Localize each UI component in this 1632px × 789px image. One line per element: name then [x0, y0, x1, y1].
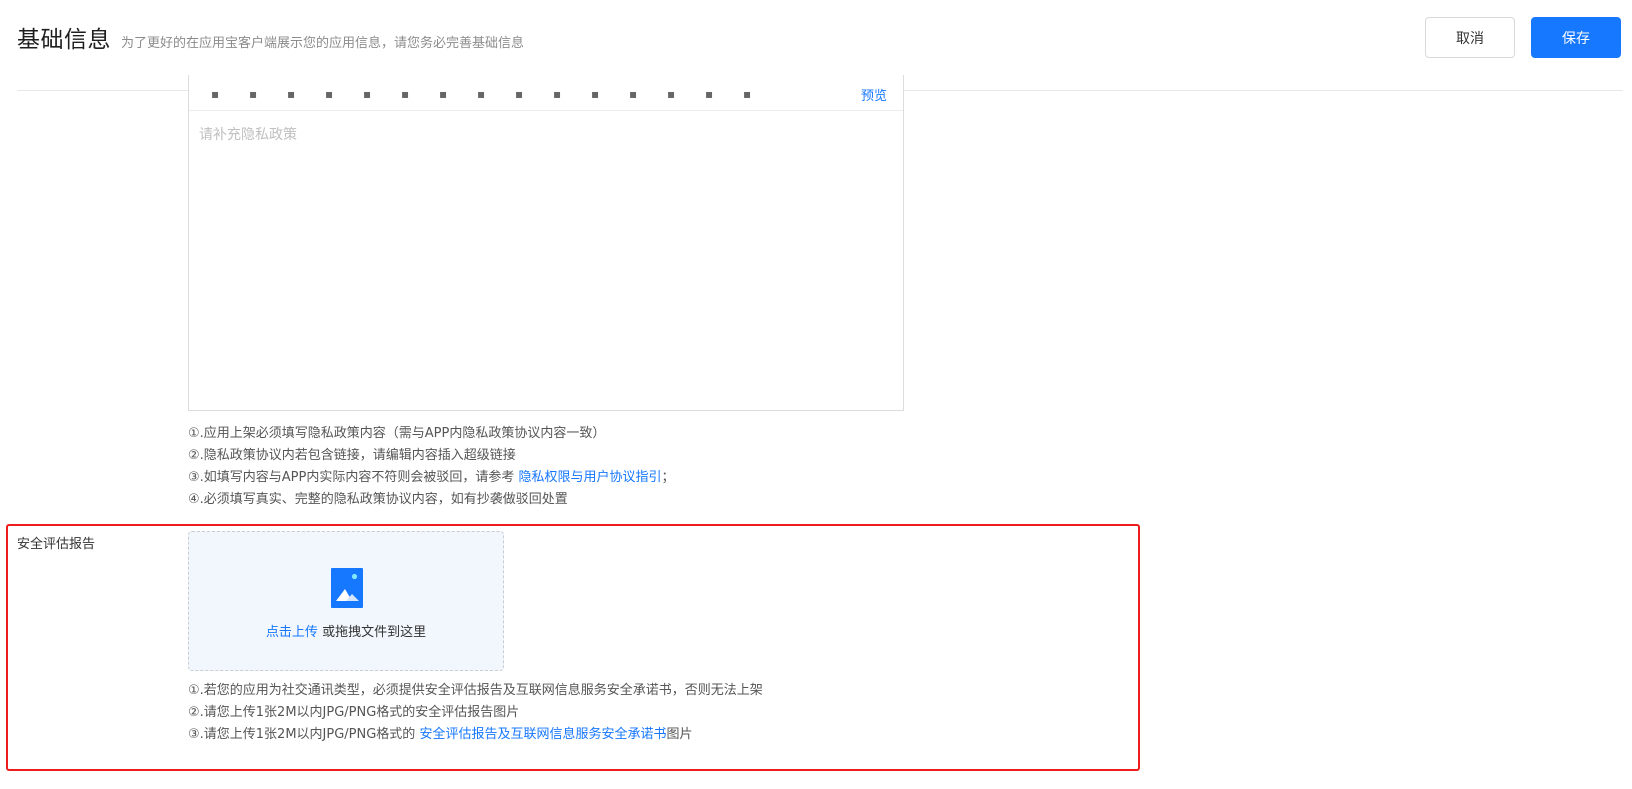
redo-icon[interactable]: ▪: [667, 87, 675, 101]
bold-icon[interactable]: ▪: [211, 87, 219, 101]
align-center-icon[interactable]: ▪: [439, 87, 447, 101]
security-report-label: 安全评估报告: [17, 537, 96, 552]
fullscreen-icon[interactable]: ▪: [743, 87, 751, 101]
editor-toolbar: ▪ ▪ ▪ ▪ ▪ ▪ ▪ ▪ ▪ ▪ ▪ ▪ ▪ ▪ ▪ 预览: [189, 75, 903, 111]
undo-icon[interactable]: ▪: [629, 87, 637, 101]
italic-icon[interactable]: ▪: [249, 87, 257, 101]
editor-placeholder: 请补充隐私政策: [199, 127, 297, 143]
strikethrough-icon[interactable]: ▪: [325, 87, 333, 101]
security-note-2: ②.请您上传1张2M以内JPG/PNG格式的安全评估报告图片: [188, 705, 520, 720]
privacy-note-2: ②.隐私政策协议内若包含链接，请编辑内容插入超级链接: [188, 448, 516, 463]
security-report-upload-dropzone[interactable]: 点击上传 或拖拽文件到这里: [188, 531, 504, 671]
table-icon[interactable]: ▪: [591, 87, 599, 101]
link-icon[interactable]: ▪: [363, 87, 371, 101]
image-upload-icon: [331, 568, 363, 608]
underline-icon[interactable]: ▪: [287, 87, 295, 101]
privacy-note-4: ④.必须填写真实、完整的隐私政策协议内容，如有抄袭做驳回处置: [188, 492, 568, 507]
privacy-note-3: ③.如填写内容与APP内实际内容不符则会被驳回，请参考 隐私权限与用户协议指引；: [188, 466, 675, 485]
privacy-note-3-suffix: ；: [661, 470, 675, 485]
security-commitment-link[interactable]: 安全评估报告及互联网信息服务安全承诺书: [419, 727, 666, 742]
privacy-note-1: ①.应用上架必须填写隐私政策内容（需与APP内隐私政策协议内容一致）: [188, 426, 606, 441]
quote-icon[interactable]: ▪: [515, 87, 523, 101]
code-icon[interactable]: ▪: [705, 87, 713, 101]
list-icon[interactable]: ▪: [477, 87, 485, 101]
click-upload-link[interactable]: 点击上传: [266, 625, 318, 640]
privacy-guide-link[interactable]: 隐私权限与用户协议指引: [519, 470, 662, 485]
editor-content-area[interactable]: 请补充隐私政策: [189, 111, 903, 410]
drag-hint: 或拖拽文件到这里: [317, 625, 427, 640]
security-note-1: ①.若您的应用为社交通讯类型，必须提供安全评估报告及互联网信息服务安全承诺书，否…: [188, 683, 763, 698]
preview-link[interactable]: 预览: [861, 85, 887, 104]
image-icon[interactable]: ▪: [553, 87, 561, 101]
security-note-3-prefix: ③.请您上传1张2M以内JPG/PNG格式的: [188, 727, 420, 742]
privacy-note-3-prefix: ③.如填写内容与APP内实际内容不符则会被驳回，请参考: [188, 470, 519, 485]
align-left-icon[interactable]: ▪: [401, 87, 409, 101]
privacy-policy-editor[interactable]: ▪ ▪ ▪ ▪ ▪ ▪ ▪ ▪ ▪ ▪ ▪ ▪ ▪ ▪ ▪ 预览 请补充隐私政策: [188, 75, 904, 411]
security-note-3: ③.请您上传1张2M以内JPG/PNG格式的 安全评估报告及互联网信息服务安全承…: [188, 723, 692, 742]
security-note-3-suffix: 图片: [666, 727, 693, 742]
save-button[interactable]: 保存: [1531, 17, 1621, 58]
upload-prompt: 点击上传 或拖拽文件到这里: [189, 621, 503, 640]
page-subtitle: 为了更好的在应用宝客户端展示您的应用信息，请您务必完善基础信息: [121, 36, 525, 51]
page-title: 基础信息: [17, 27, 111, 53]
cancel-button[interactable]: 取消: [1425, 17, 1515, 58]
